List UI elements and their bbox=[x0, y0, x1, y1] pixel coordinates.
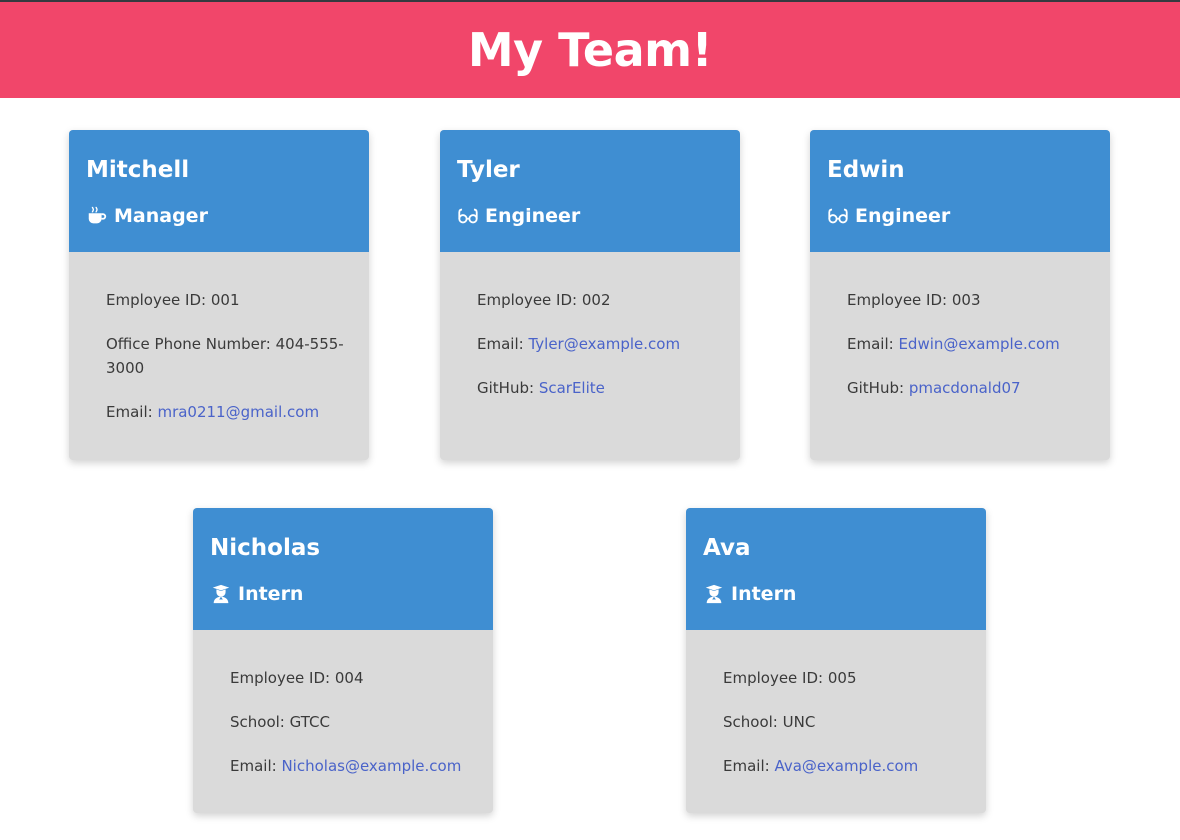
card-header: Mitchell Manager bbox=[69, 130, 369, 252]
employee-name: Nicholas bbox=[210, 535, 321, 561]
role-label: Manager bbox=[114, 205, 208, 227]
role-label: Engineer bbox=[485, 205, 581, 227]
card-header: Tyler Engineer bbox=[440, 130, 740, 252]
card-body: Employee ID: 003 Email: Edwin@example.co… bbox=[810, 252, 1110, 418]
employee-role: Manager bbox=[86, 204, 352, 228]
employee-id: Employee ID: 003 bbox=[847, 291, 981, 309]
card-body: Employee ID: 002 Email: Tyler@example.co… bbox=[440, 252, 740, 418]
employee-name: Mitchell bbox=[86, 157, 190, 183]
card-body: Employee ID: 001 Office Phone Number: 40… bbox=[69, 252, 369, 442]
employee-card-manager: Mitchell Manager Employee ID: 001 Office… bbox=[69, 130, 369, 460]
email-row: Email: Tyler@example.com bbox=[477, 335, 681, 353]
email-link[interactable]: Nicholas@example.com bbox=[281, 757, 461, 775]
glasses-icon bbox=[457, 205, 479, 227]
employee-id: Employee ID: 001 bbox=[106, 291, 240, 309]
graduate-icon bbox=[210, 583, 232, 605]
employee-name: Tyler bbox=[457, 157, 520, 183]
page-title: My Team! bbox=[467, 23, 713, 77]
email-row: Email: Nicholas@example.com bbox=[230, 757, 462, 775]
github-row: GitHub: ScarElite bbox=[477, 379, 605, 397]
employee-card-intern: Ava Intern Employee ID: 005 School: UNC … bbox=[686, 508, 986, 813]
employee-role: Engineer bbox=[457, 204, 723, 228]
employee-name: Ava bbox=[703, 535, 751, 561]
graduate-icon bbox=[703, 583, 725, 605]
employee-id: Employee ID: 002 bbox=[477, 291, 611, 309]
coffee-icon bbox=[86, 205, 108, 227]
card-header: Edwin Engineer bbox=[810, 130, 1110, 252]
github-link[interactable]: ScarElite bbox=[539, 379, 605, 397]
role-label: Engineer bbox=[855, 205, 951, 227]
employee-name: Edwin bbox=[827, 157, 905, 183]
role-label: Intern bbox=[238, 583, 304, 605]
employee-id: Employee ID: 004 bbox=[230, 669, 364, 687]
card-header: Nicholas Intern bbox=[193, 508, 493, 630]
email-row: Email: mra0211@gmail.com bbox=[106, 403, 320, 421]
email-row: Email: Ava@example.com bbox=[723, 757, 919, 775]
employee-card-engineer: Edwin Engineer Employee ID: 003 Email: E… bbox=[810, 130, 1110, 460]
email-link[interactable]: Ava@example.com bbox=[774, 757, 918, 775]
employee-card-engineer: Tyler Engineer Employee ID: 002 Email: T… bbox=[440, 130, 740, 460]
card-header: Ava Intern bbox=[686, 508, 986, 630]
email-link[interactable]: Tyler@example.com bbox=[528, 335, 680, 353]
employee-id: Employee ID: 005 bbox=[723, 669, 857, 687]
school-row: School: UNC bbox=[723, 713, 816, 731]
employee-role: Engineer bbox=[827, 204, 1093, 228]
page-header: My Team! bbox=[0, 2, 1180, 98]
role-label: Intern bbox=[731, 583, 797, 605]
card-body: Employee ID: 005 School: UNC Email: Ava@… bbox=[686, 630, 986, 796]
office-phone: Office Phone Number: 404-555-3000 bbox=[106, 335, 344, 377]
employee-role: Intern bbox=[210, 582, 476, 606]
github-row: GitHub: pmacdonald07 bbox=[847, 379, 1021, 397]
email-link[interactable]: mra0211@gmail.com bbox=[157, 403, 319, 421]
employee-role: Intern bbox=[703, 582, 969, 606]
github-link[interactable]: pmacdonald07 bbox=[909, 379, 1021, 397]
glasses-icon bbox=[827, 205, 849, 227]
employee-card-intern: Nicholas Intern Employee ID: 004 School:… bbox=[193, 508, 493, 813]
school-row: School: GTCC bbox=[230, 713, 330, 731]
email-link[interactable]: Edwin@example.com bbox=[898, 335, 1059, 353]
card-body: Employee ID: 004 School: GTCC Email: Nic… bbox=[193, 630, 493, 796]
email-row: Email: Edwin@example.com bbox=[847, 335, 1060, 353]
